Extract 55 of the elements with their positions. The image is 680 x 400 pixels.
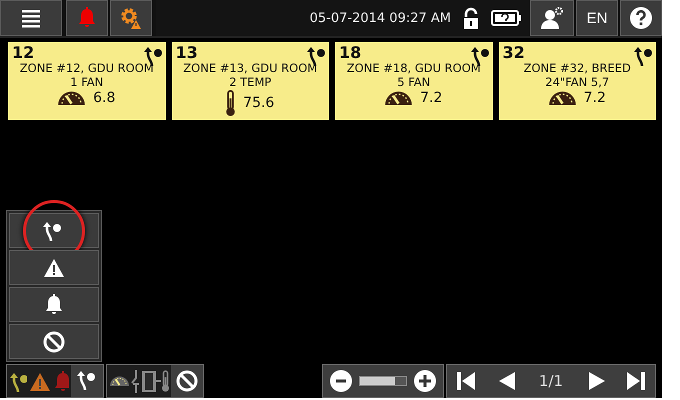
help-icon: [629, 6, 653, 30]
help-button[interactable]: [620, 0, 662, 36]
zone-reading: 6.8: [93, 90, 116, 106]
language-button[interactable]: EN: [576, 0, 618, 36]
switch-icon: [130, 369, 140, 393]
block-filter-button[interactable]: [9, 324, 99, 359]
zone-number: 13: [176, 44, 198, 61]
zone-number: 32: [502, 44, 525, 61]
page-indicator: 1/1: [538, 372, 564, 390]
route-tab[interactable]: [71, 365, 103, 397]
zoom-in-button[interactable]: [413, 369, 437, 393]
bell-filter-button[interactable]: [9, 287, 99, 322]
gauge-icon: [110, 376, 128, 386]
zone-name: ZONE #13, GDU ROOM: [183, 61, 318, 75]
alert-types-tab[interactable]: [7, 365, 71, 397]
zone-reading: 75.6: [243, 95, 274, 111]
date-time: 05-07-2014 09:27 AM: [310, 10, 451, 26]
zone-tile[interactable]: 32 ZONE #32, BREED 24"FAN 5,7 7.2: [498, 42, 656, 120]
devices-tab[interactable]: [107, 365, 171, 397]
menu-button[interactable]: [0, 0, 62, 36]
zone-reading: 7.2: [420, 90, 442, 106]
zone-detail: 2 TEMP: [229, 75, 272, 89]
gauge-icon: [385, 91, 412, 105]
zone-reading: 7.2: [584, 90, 606, 106]
zone-tile[interactable]: 18 ZONE #18, GDU ROOM 5 FAN 7.2: [335, 42, 492, 120]
zone-name: ZONE #12, GDU ROOM: [20, 61, 154, 75]
settings-button[interactable]: [110, 0, 152, 36]
alarm-button[interactable]: [66, 0, 108, 36]
zone-detail: 24"FAN 5,7: [545, 75, 610, 89]
thermometer-icon: [162, 370, 168, 392]
warning-filter-button[interactable]: [9, 250, 99, 285]
gauge-icon: [548, 91, 576, 105]
block-icon: [42, 330, 66, 354]
user-settings-button[interactable]: [530, 0, 574, 36]
zone-number: 18: [339, 44, 362, 61]
first-page-icon: [454, 369, 478, 393]
door-icon: [140, 369, 160, 393]
block-tab[interactable]: [171, 365, 203, 397]
zone-detail: 1 FAN: [70, 75, 104, 89]
thermometer-icon: [226, 90, 236, 116]
gauge-icon: [58, 91, 86, 105]
zone-number: 12: [12, 44, 34, 61]
zone-tile[interactable]: 13 ZONE #13, GDU ROOM 2 TEMP 75.6: [172, 42, 329, 120]
plus-icon: [413, 369, 437, 393]
zone-tile[interactable]: 12 ZONE #12, GDU ROOM 1 FAN 6.8: [8, 42, 166, 120]
gear-warning-icon: [119, 6, 143, 30]
zone-name: ZONE #18, GDU ROOM: [346, 61, 481, 75]
minus-icon: [329, 369, 353, 393]
zone-detail: 5 FAN: [397, 75, 430, 89]
user-gear-icon: [540, 6, 564, 30]
route-filter-button[interactable]: [9, 213, 99, 248]
zoom-out-button[interactable]: [329, 369, 353, 393]
zoom-slider[interactable]: [359, 376, 407, 386]
block-icon: [175, 369, 199, 393]
zone-name: ZONE #32, BREED: [524, 61, 631, 75]
